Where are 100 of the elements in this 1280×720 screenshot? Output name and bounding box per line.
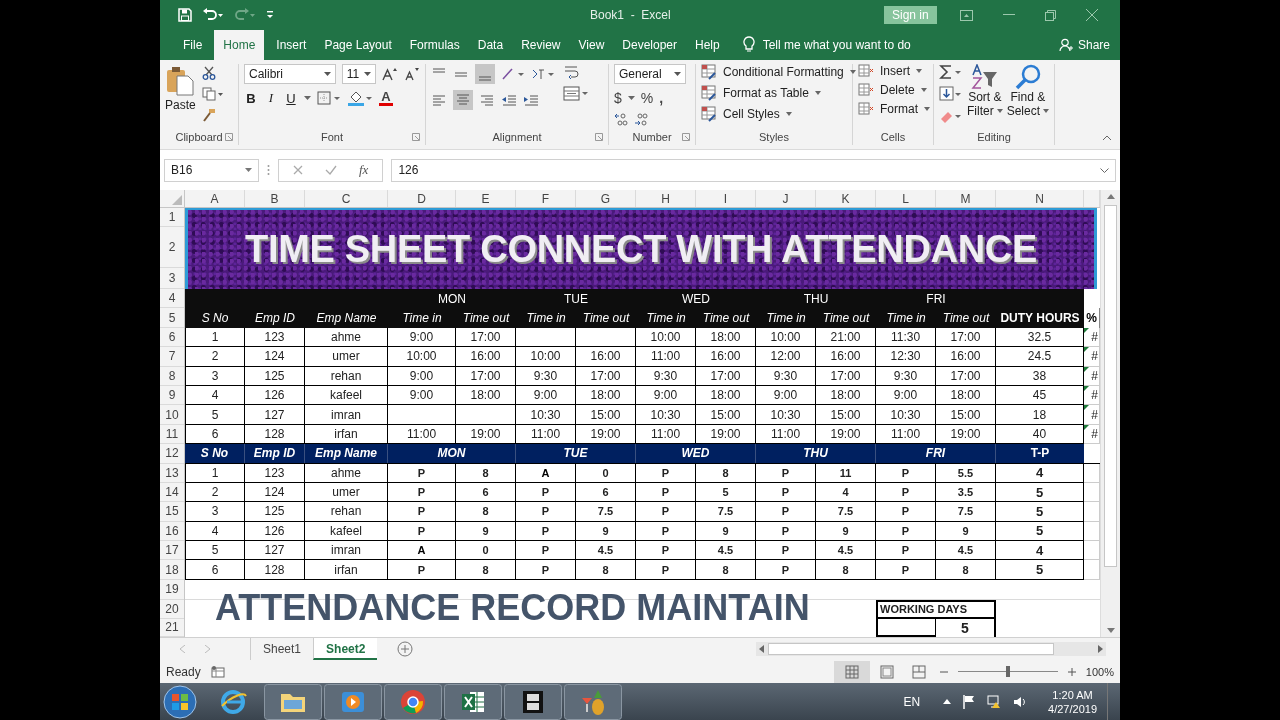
increase-indent-icon[interactable] [523, 93, 539, 107]
tell-me-search[interactable]: Tell me what you want to do [762, 30, 911, 60]
check-icon[interactable] [325, 165, 337, 175]
row-header[interactable]: 17 [160, 541, 184, 561]
film-icon[interactable] [504, 683, 562, 720]
column-header[interactable]: I [696, 190, 756, 207]
chrome-icon[interactable] [384, 683, 442, 720]
row-header[interactable]: 15 [160, 502, 184, 522]
macro-record-icon[interactable] [210, 665, 225, 678]
save-icon[interactable] [178, 8, 192, 22]
copy-icon[interactable] [201, 87, 224, 101]
scroll-up-icon[interactable] [1106, 194, 1115, 199]
row-header[interactable]: 9 [160, 385, 184, 406]
find-select-button[interactable]: Find & Select [1006, 64, 1050, 129]
ribbon-tab[interactable]: Home [214, 30, 265, 60]
cancel-icon[interactable] [293, 165, 303, 175]
ribbon-tab[interactable]: Help [686, 30, 729, 60]
sort-filter-button[interactable]: Sort & Filter [967, 64, 1003, 129]
error-indicator-icon[interactable] [1084, 385, 1089, 391]
row-header[interactable]: 10 [160, 405, 184, 425]
ribbon-tab[interactable]: View [569, 30, 614, 60]
ribbon-tab[interactable]: Data [468, 30, 513, 60]
fill-color-icon[interactable] [347, 90, 373, 106]
currency-button[interactable]: $ [614, 90, 622, 106]
ribbon-tab[interactable]: Page Layout [315, 30, 401, 60]
spreadsheet-app-icon[interactable] [444, 683, 502, 720]
format-painter-icon[interactable] [201, 108, 216, 122]
customize-icon[interactable] [266, 10, 274, 20]
add-sheet-icon[interactable] [397, 641, 414, 657]
undo-icon[interactable] [202, 8, 224, 22]
row-header[interactable]: 14 [160, 482, 184, 503]
row-header[interactable]: 1 [160, 208, 184, 227]
formula-input[interactable]: 126 [391, 158, 1116, 182]
ribbon-tab[interactable]: File [174, 30, 212, 60]
language-indicator[interactable]: EN [903, 694, 921, 709]
grow-font-icon[interactable] [382, 67, 398, 81]
collapse-ribbon-icon[interactable] [1102, 135, 1112, 141]
restore-icon[interactable] [1045, 9, 1056, 21]
error-indicator-icon[interactable] [1084, 366, 1089, 372]
orientation-icon[interactable] [501, 67, 525, 81]
speaker-icon[interactable] [1013, 694, 1028, 709]
column-header[interactable]: G [576, 190, 636, 207]
ribbon-tab[interactable]: Insert [267, 30, 316, 60]
row-header[interactable]: 21 [160, 618, 184, 637]
sheet-tab[interactable]: Sheet2 [313, 638, 378, 660]
error-indicator-icon[interactable] [1084, 327, 1089, 333]
row-header[interactable]: 4 [160, 289, 184, 309]
share-button[interactable]: Share [1077, 30, 1110, 60]
column-header[interactable]: H [636, 190, 696, 207]
row-header[interactable]: 11 [160, 424, 184, 445]
italic-button[interactable]: I [264, 90, 278, 106]
decrease-decimal-icon[interactable] [634, 112, 648, 126]
ribbon-tab[interactable]: Developer [613, 30, 686, 60]
row-header[interactable]: 20 [160, 599, 184, 619]
scroll-right-icon[interactable] [1098, 645, 1103, 653]
column-header[interactable]: L [876, 190, 936, 207]
comma-button[interactable]: , [659, 90, 664, 106]
font-size-field[interactable]: 11 [341, 64, 376, 84]
column-header[interactable]: A [185, 190, 245, 207]
row-header[interactable]: 7 [160, 347, 184, 367]
clock[interactable]: 1:20 AM 4/27/2019 [1048, 687, 1097, 716]
align-left-icon[interactable] [431, 93, 447, 107]
error-indicator-icon[interactable] [1084, 347, 1089, 353]
column-header[interactable]: K [816, 190, 876, 207]
normal-view-icon[interactable] [833, 660, 870, 683]
ribbon-tab[interactable]: Formulas [400, 30, 469, 60]
zoom-level[interactable]: 100% [1085, 665, 1114, 678]
row-header[interactable]: 19 [160, 579, 184, 600]
text-direction-icon[interactable] [531, 67, 555, 81]
bold-button[interactable]: B [244, 90, 258, 106]
flag-icon[interactable] [963, 694, 976, 709]
row-header[interactable]: 2 [160, 227, 184, 268]
column-header[interactable]: N [996, 190, 1084, 207]
cells-menu-button[interactable]: Delete [880, 83, 915, 97]
cells-menu-button[interactable]: Format [880, 102, 918, 116]
media-player-icon[interactable] [324, 683, 382, 720]
dialog-launcher-icon[interactable] [412, 133, 420, 141]
fill-down-icon[interactable] [939, 86, 963, 102]
column-header[interactable]: F [516, 190, 576, 207]
decrease-indent-icon[interactable] [501, 93, 517, 107]
name-box[interactable]: B16 [164, 158, 259, 182]
dialog-launcher-icon[interactable] [225, 133, 233, 141]
styles-menu-button[interactable]: Format as Table [723, 86, 809, 100]
styles-menu-button[interactable]: Cell Styles [723, 107, 780, 121]
borders-icon[interactable] [317, 91, 341, 105]
error-indicator-icon[interactable] [1084, 424, 1089, 430]
cells-menu-button[interactable]: Insert [880, 64, 910, 78]
row-header[interactable]: 13 [160, 463, 184, 483]
ribbon-tab[interactable]: Review [512, 30, 570, 60]
horizontal-scrollbar[interactable] [756, 642, 1106, 656]
merge-center-icon[interactable] [563, 86, 589, 102]
increase-decimal-icon[interactable] [614, 112, 628, 126]
vertical-scrollbar[interactable] [1100, 190, 1120, 637]
zoom-thumb[interactable] [1005, 666, 1010, 677]
network-icon[interactable] [987, 694, 1002, 709]
expand-icon[interactable] [1100, 167, 1109, 173]
column-header[interactable]: B [245, 190, 305, 207]
ribbon-display-icon[interactable] [960, 9, 973, 21]
row-header[interactable]: 8 [160, 366, 184, 386]
zoom-in-icon[interactable] [1067, 667, 1076, 676]
